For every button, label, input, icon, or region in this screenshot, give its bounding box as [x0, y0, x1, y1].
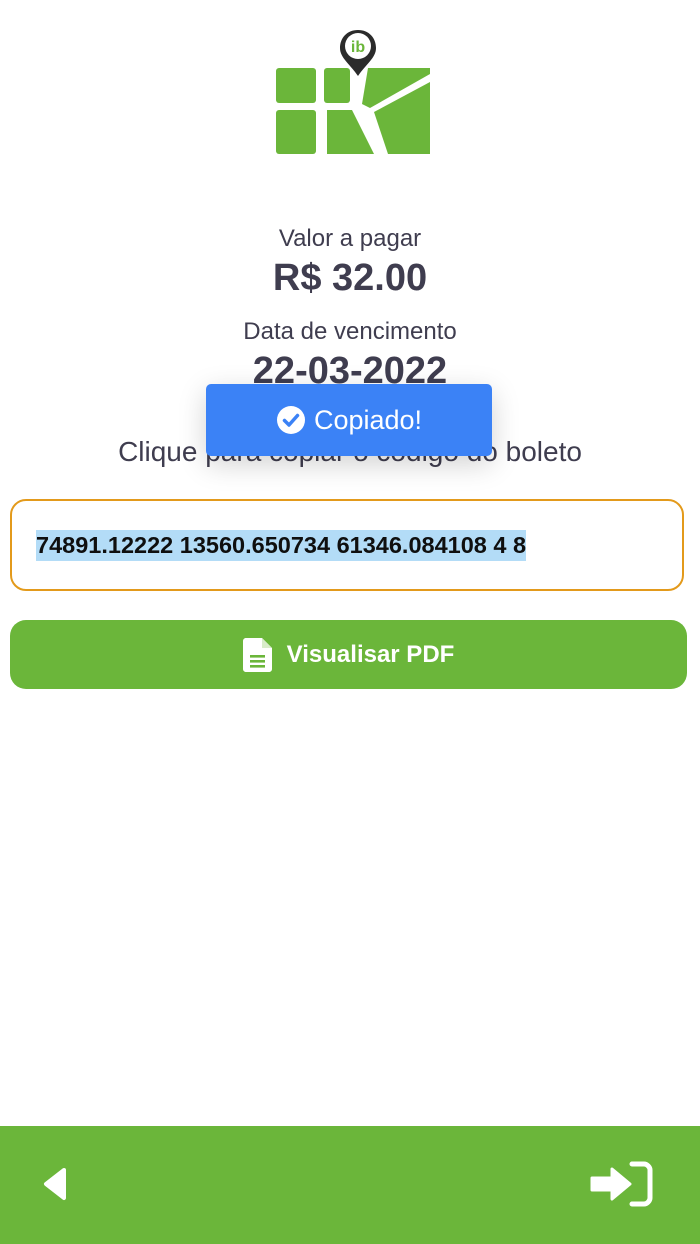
view-pdf-label: Visualisar PDF	[286, 640, 455, 668]
view-pdf-button[interactable]: Visualisar PDF	[10, 620, 687, 689]
amount-label: Valor a pagar	[278, 225, 422, 252]
sign-in-icon[interactable]	[588, 1160, 654, 1208]
amount-value: R$ 32.00	[272, 257, 428, 299]
file-text-icon	[242, 637, 272, 672]
boleto-code-text[interactable]: 74891.12222 13560.650734 61346.084108 4 …	[36, 529, 527, 561]
boleto-screen: ib Valor a pagar R$ 32.00 Data de vencim…	[0, 0, 700, 1244]
toast-message: Copiado!	[313, 404, 423, 435]
copied-toast: Copiado!	[206, 384, 492, 456]
bottom-nav-bar	[0, 1126, 700, 1244]
due-date-label: Data de vencimento	[243, 318, 457, 345]
logo-badge-text: ib	[351, 39, 365, 56]
app-logo: ib	[276, 30, 430, 154]
check-circle-icon	[276, 406, 305, 434]
boleto-code-field[interactable]: 74891.12222 13560.650734 61346.084108 4 …	[10, 499, 684, 591]
back-arrow-icon[interactable]	[36, 1162, 80, 1206]
